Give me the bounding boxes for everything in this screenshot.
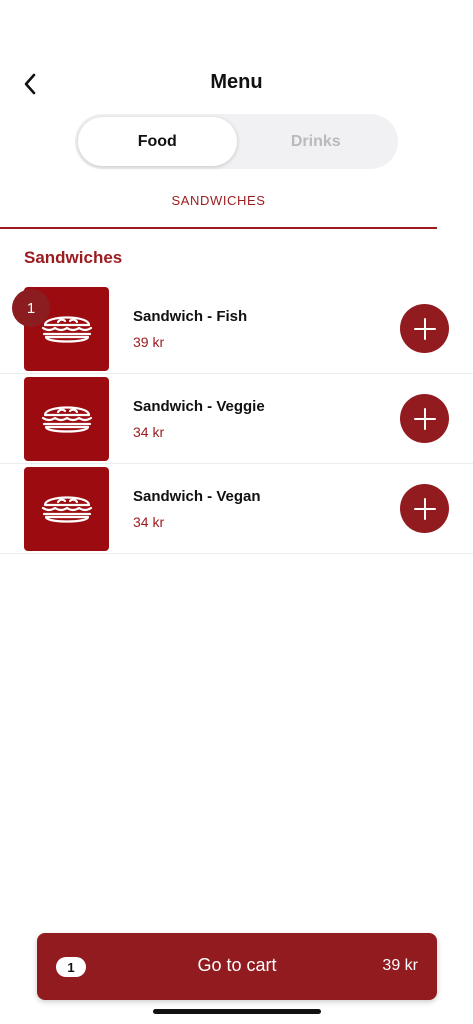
category-segmented-control: Food Drinks (75, 114, 398, 169)
add-item-button[interactable] (400, 394, 449, 443)
home-indicator (153, 1009, 321, 1014)
segment-food[interactable]: Food (78, 117, 237, 166)
tab-underline (0, 227, 437, 229)
item-image (24, 377, 109, 461)
plus-icon (413, 407, 436, 430)
item-price: 34 kr (133, 514, 165, 530)
section-title: Sandwiches (24, 248, 123, 267)
menu-item[interactable]: Sandwich - Vegan 34 kr (0, 464, 473, 554)
sandwich-icon (41, 496, 92, 523)
menu-item[interactable]: 1 Sandwich - Fish 39 kr (0, 284, 473, 374)
menu-item-list: 1 Sandwich - Fish 39 kr Sandwich - Veggi… (0, 284, 473, 554)
item-count-badge: 1 (12, 289, 50, 327)
page-title: Menu (210, 71, 263, 93)
add-item-button[interactable] (400, 304, 449, 353)
tab-sandwiches[interactable]: SANDWICHES (0, 186, 437, 231)
tab-sandwiches-label: SANDWICHES (171, 193, 266, 208)
item-name: Sandwich - Fish (133, 308, 248, 325)
plus-icon (413, 317, 436, 340)
menu-item[interactable]: Sandwich - Veggie 34 kr (0, 374, 473, 464)
go-to-cart-button[interactable]: 1 Go to cart 39 kr (37, 933, 437, 1000)
menu-screen: Menu Food Drinks SANDWICHES Sandwiches 1… (0, 0, 473, 1024)
item-image (24, 467, 109, 551)
item-name: Sandwich - Veggie (133, 398, 265, 415)
segment-drinks[interactable]: Drinks (237, 117, 396, 166)
item-name: Sandwich - Vegan (133, 488, 261, 505)
cart-button-label: Go to cart (197, 955, 277, 975)
plus-icon (413, 497, 436, 520)
cart-total: 39 kr (382, 957, 418, 974)
item-price: 34 kr (133, 424, 165, 440)
add-item-button[interactable] (400, 484, 449, 533)
item-price: 39 kr (133, 334, 165, 350)
sandwich-icon (41, 406, 92, 433)
